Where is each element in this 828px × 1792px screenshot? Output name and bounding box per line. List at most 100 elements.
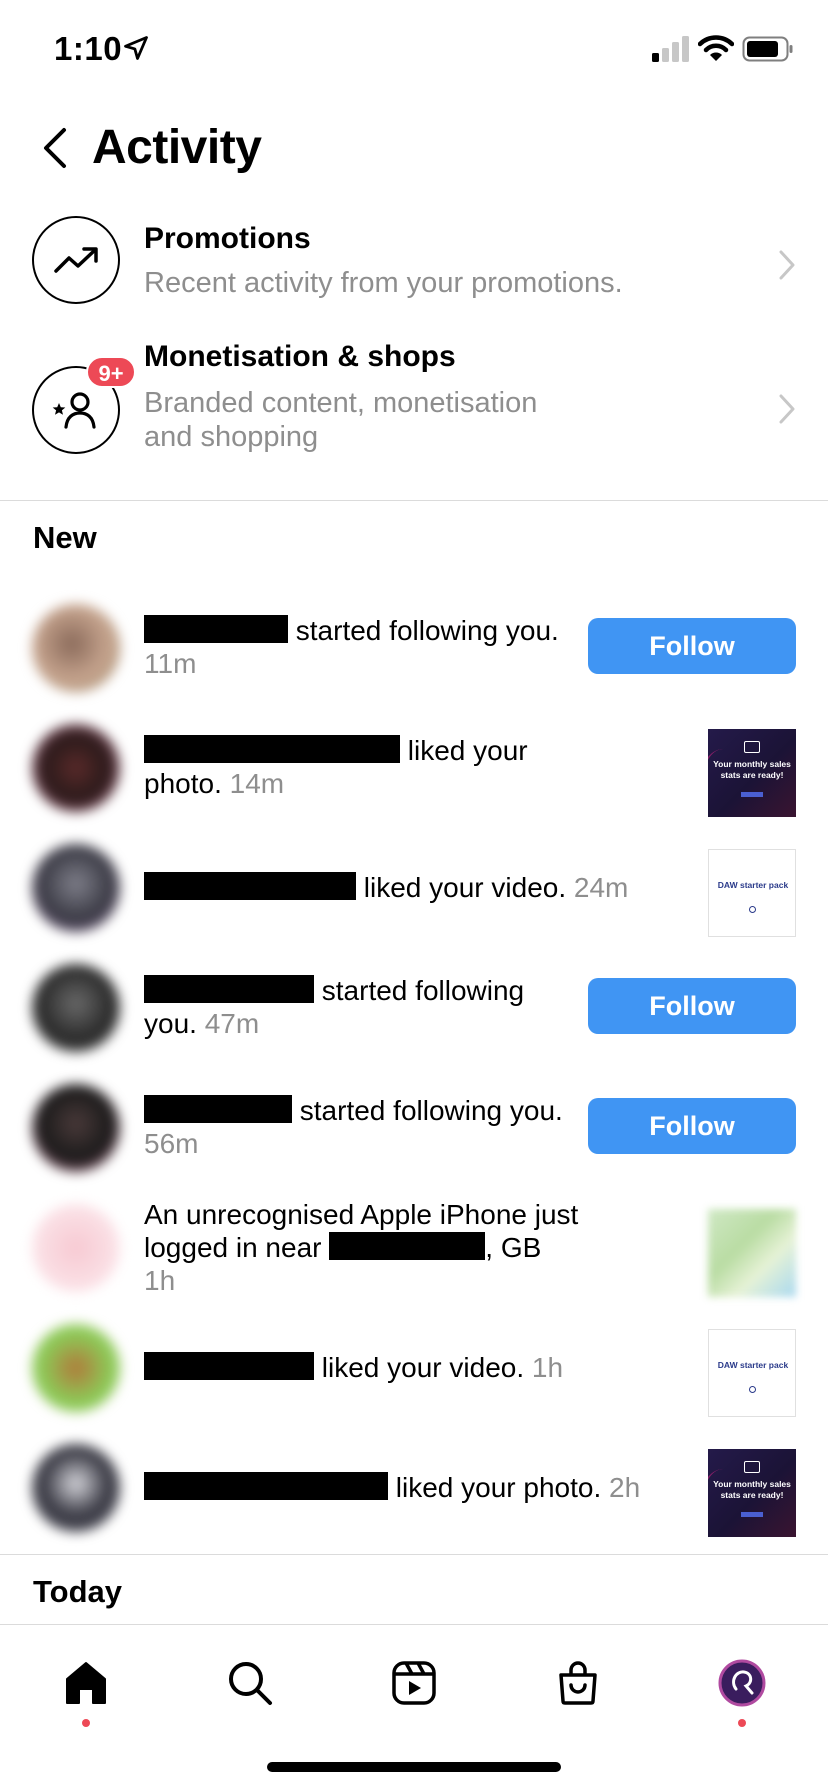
user-avatar[interactable]	[32, 844, 120, 932]
thumbnail-text: DAW starter pack	[717, 880, 789, 890]
thumbnail-button	[741, 792, 763, 797]
redacted-username	[144, 1095, 292, 1123]
follow-button[interactable]: Follow	[588, 1098, 796, 1154]
thumbnail-icon	[749, 1386, 756, 1393]
activity-time: 24m	[573, 871, 629, 903]
tab-home[interactable]	[56, 1655, 116, 1727]
monetisation-subtitle-line2: and shopping	[144, 421, 319, 453]
redacted-username	[144, 1471, 388, 1500]
divider	[0, 1554, 828, 1555]
thumbnail-logo	[744, 741, 760, 753]
section-heading-new: New	[33, 520, 97, 555]
activity-text: liked your photo. 2h	[144, 1432, 704, 1542]
status-bar: 1:10	[0, 0, 828, 100]
back-chevron-icon[interactable]	[36, 124, 76, 172]
promotions-row[interactable]: Promotions Recent activity from your pro…	[0, 210, 828, 320]
activity-text: liked your photo. 14m	[144, 712, 580, 822]
user-avatar[interactable]	[32, 724, 120, 812]
activity-item[interactable]: An unrecognised Apple iPhone just logged…	[0, 1192, 828, 1302]
search-icon	[229, 1662, 272, 1705]
promotions-subtitle: Recent activity from your promotions.	[144, 267, 623, 299]
home-notification-dot	[82, 1719, 90, 1727]
redacted-username	[144, 871, 356, 900]
activity-text: liked your video. 24m	[144, 832, 704, 942]
cellular-signal-icon	[652, 36, 689, 62]
thumbnail-text: Your monthly sales stats are ready!	[713, 1479, 791, 1500]
person-star-icon	[52, 392, 96, 429]
tab-search[interactable]	[220, 1655, 280, 1715]
activity-action: liked your photo.	[395, 1471, 602, 1503]
activity-text: started following you. 47m	[144, 952, 580, 1062]
monetisation-title: Monetisation & shops	[144, 340, 456, 373]
activity-item[interactable]: started following you. 56m Follow	[0, 1072, 828, 1182]
trending-up-icon	[54, 247, 98, 273]
activity-time: 14m	[229, 768, 285, 799]
location-arrow-icon	[124, 36, 148, 60]
promotions-icon-circle	[32, 216, 120, 304]
activity-item[interactable]: liked your video. 1h DAW starter pack	[0, 1312, 828, 1422]
post-thumbnail[interactable]: DAW starter pack	[708, 849, 796, 937]
activity-text: liked your video. 1h	[144, 1312, 704, 1422]
redacted-username	[144, 975, 314, 1003]
activity-item[interactable]: started following you. 47m Follow	[0, 952, 828, 1062]
redacted-username	[144, 615, 288, 643]
activity-text: started following you. 56m	[144, 1072, 580, 1182]
activity-item[interactable]: started following you. 11m Follow	[0, 592, 828, 702]
activity-location-suffix: , GB	[485, 1231, 542, 1263]
profile-notification-dot	[738, 1719, 746, 1727]
follow-button[interactable]: Follow	[588, 618, 796, 674]
thumbnail-text: Your monthly sales stats are ready!	[713, 759, 791, 780]
divider	[0, 500, 828, 501]
activity-action: liked your video.	[363, 871, 567, 903]
shop-icon	[559, 1661, 597, 1705]
battery-icon	[742, 36, 793, 62]
activity-text: started following you. 11m	[144, 592, 580, 702]
thumbnail-icon	[749, 906, 756, 913]
activity-item[interactable]: liked your photo. 2h Your monthly sales …	[0, 1432, 828, 1542]
home-icon	[66, 1662, 106, 1704]
redacted-username	[144, 735, 400, 763]
page-title: Activity	[92, 121, 262, 174]
activity-time: 1h	[144, 1264, 176, 1296]
reels-icon	[392, 1661, 436, 1705]
user-avatar[interactable]	[32, 604, 120, 692]
activity-time: 1h	[531, 1351, 564, 1383]
activity-item[interactable]: liked your video. 24m DAW starter pack	[0, 832, 828, 942]
wifi-icon	[698, 35, 734, 61]
home-indicator	[267, 1762, 561, 1772]
thumbnail-button	[741, 1512, 763, 1517]
follow-button[interactable]: Follow	[588, 978, 796, 1034]
user-avatar[interactable]	[32, 1444, 120, 1532]
post-thumbnail[interactable]: DAW starter pack	[708, 1329, 796, 1417]
redacted-username	[144, 1351, 314, 1380]
security-avatar[interactable]	[32, 1204, 120, 1292]
status-time: 1:10	[54, 30, 123, 67]
tab-reels[interactable]	[384, 1655, 444, 1715]
activity-time: 47m	[204, 1008, 260, 1039]
chevron-right-icon	[779, 250, 795, 280]
map-thumbnail[interactable]	[708, 1209, 796, 1297]
post-thumbnail[interactable]: Your monthly sales stats are ready!	[708, 1449, 796, 1537]
activity-action: liked your video.	[321, 1351, 525, 1383]
monetisation-subtitle-line1: Branded content, monetisation	[144, 387, 538, 419]
post-thumbnail[interactable]: Your monthly sales stats are ready!	[708, 729, 796, 817]
redacted-location	[329, 1231, 486, 1260]
thumbnail-logo	[744, 1461, 760, 1473]
tab-profile[interactable]	[712, 1655, 772, 1727]
notification-badge: 9+	[86, 356, 136, 388]
profile-avatar	[718, 1659, 766, 1707]
user-avatar[interactable]	[32, 1324, 120, 1412]
user-avatar[interactable]	[32, 964, 120, 1052]
activity-text: An unrecognised Apple iPhone just logged…	[144, 1192, 580, 1302]
tab-shop[interactable]	[548, 1655, 608, 1715]
activity-time: 11m	[144, 648, 197, 679]
activity-action: started following you.	[295, 615, 559, 646]
chevron-right-icon	[779, 394, 795, 424]
section-heading-today: Today	[33, 1574, 122, 1609]
activity-action: started following you.	[299, 1095, 563, 1126]
activity-time: 56m	[144, 1128, 199, 1159]
activity-item[interactable]: liked your photo. 14m Your monthly sales…	[0, 712, 828, 822]
promotions-title: Promotions	[144, 222, 311, 255]
user-avatar[interactable]	[32, 1084, 120, 1172]
header: Activity	[0, 110, 828, 190]
